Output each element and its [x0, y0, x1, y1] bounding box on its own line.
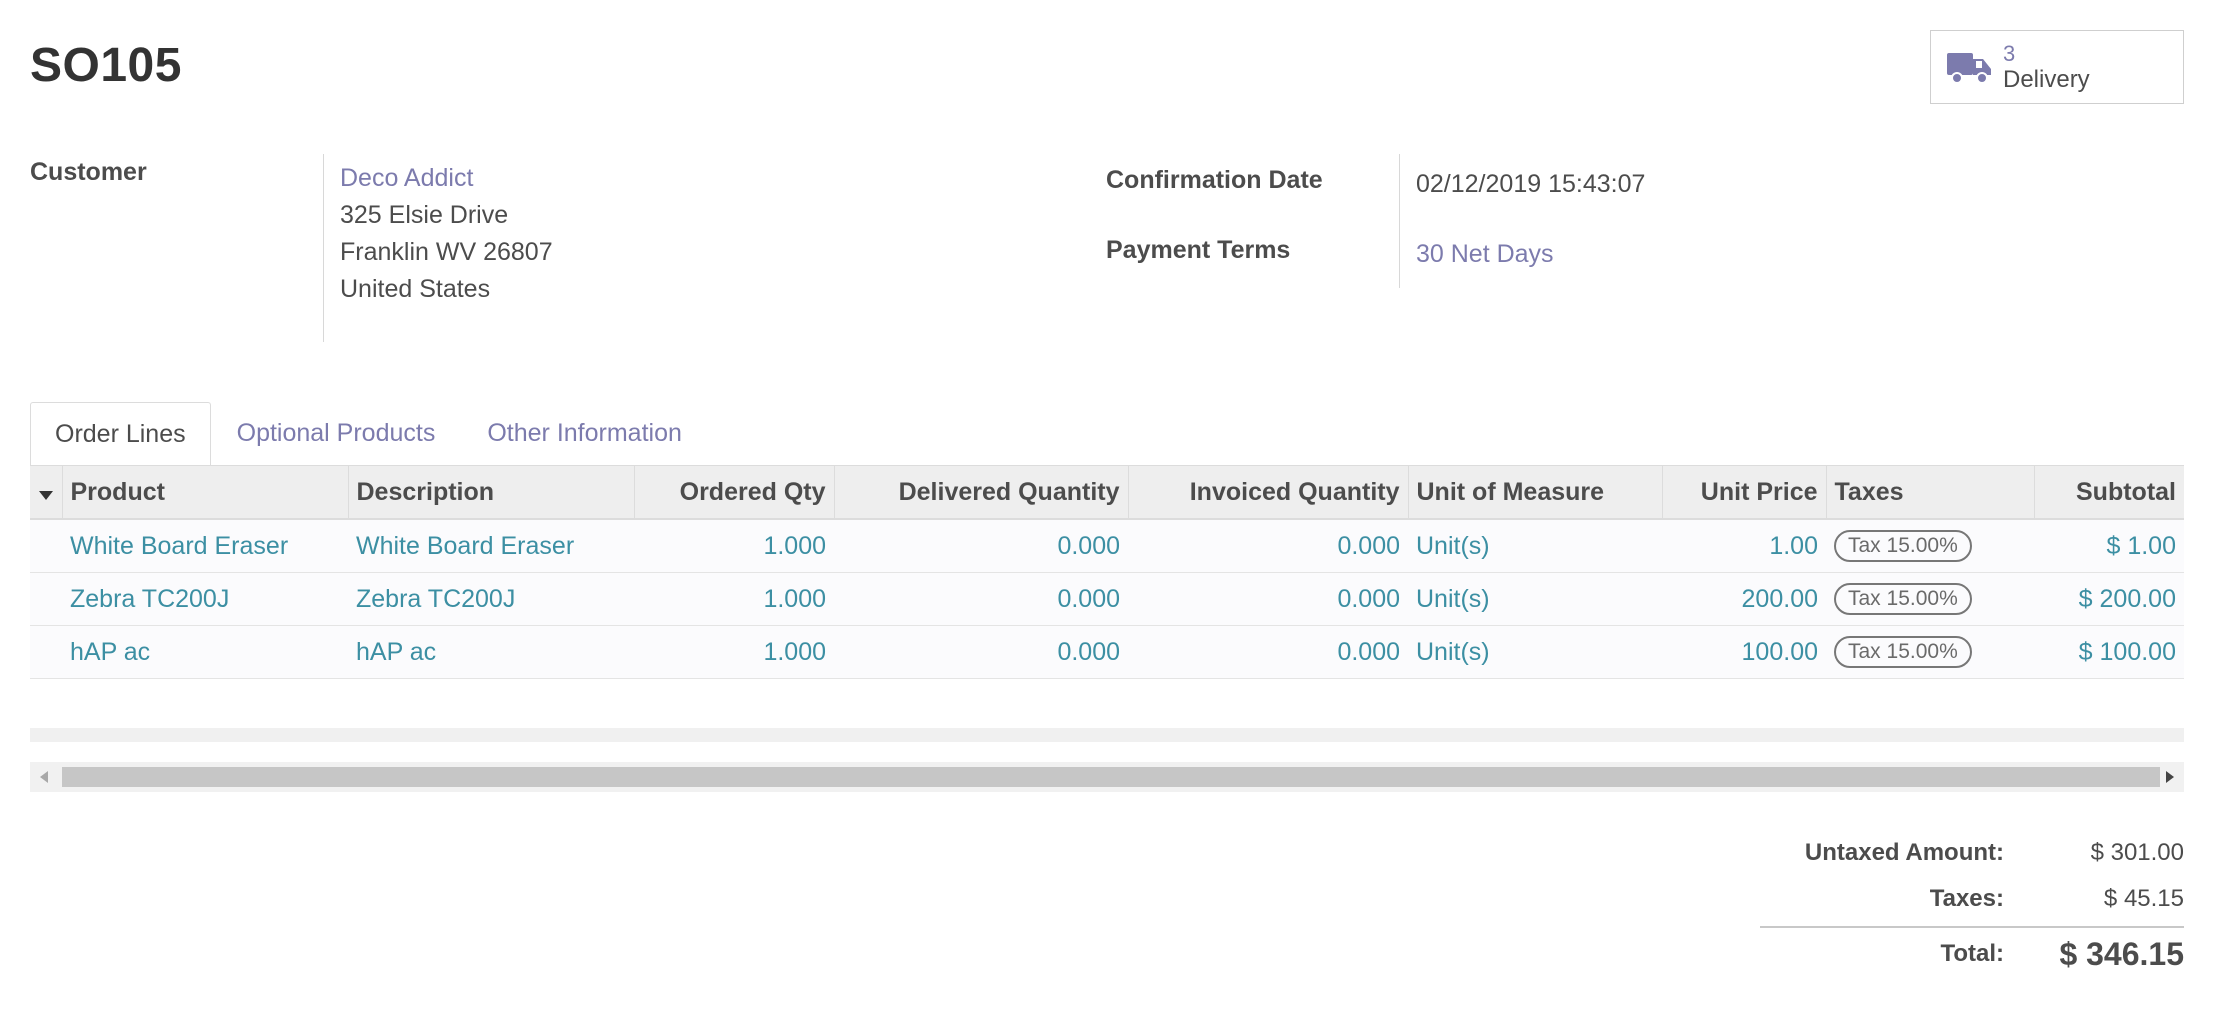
customer-street: 325 Elsie Drive [340, 201, 509, 229]
cell-ordered-qty[interactable]: 1.000 [634, 625, 834, 679]
cell-unit-price[interactable]: 100.00 [1662, 625, 1826, 679]
cell-unit-price[interactable]: 1.00 [1662, 519, 1826, 573]
cell-product[interactable]: hAP ac [62, 625, 348, 679]
delivery-smart-button[interactable]: 3 Delivery [1930, 30, 2184, 104]
cell-taxes[interactable]: Tax 15.00% [1826, 625, 2034, 679]
cell-description[interactable]: Zebra TC200J [348, 572, 634, 626]
cell-description[interactable]: hAP ac [348, 625, 634, 679]
confirmation-date-label: Confirmation Date [1106, 166, 1323, 194]
cell-delivered-qty[interactable]: 0.000 [834, 519, 1128, 573]
column-header-uom[interactable]: Unit of Measure [1408, 465, 1663, 520]
table-footer-bar [30, 728, 2184, 742]
cell-ordered-qty[interactable]: 1.000 [634, 572, 834, 626]
table-row[interactable]: Zebra TC200J Zebra TC200J 1.000 0.000 0.… [30, 572, 2184, 626]
customer-city: Franklin WV 26807 [340, 238, 553, 266]
caret-down-icon [38, 490, 53, 500]
cell-taxes[interactable]: Tax 15.00% [1826, 572, 2034, 626]
column-header-invoiced-qty[interactable]: Invoiced Quantity [1128, 465, 1409, 520]
delivery-count: 3 [2003, 41, 2016, 66]
tab-order-lines[interactable]: Order Lines [30, 402, 211, 466]
cell-ordered-qty[interactable]: 1.000 [634, 519, 834, 573]
confirmation-date-value: 02/12/2019 15:43:07 [1416, 170, 1646, 198]
column-header-delivered-qty[interactable]: Delivered Quantity [834, 465, 1129, 520]
column-header-ordered-qty[interactable]: Ordered Qty [634, 465, 835, 520]
taxes-label: Taxes: [1929, 885, 2004, 912]
notebook-tabs: Order Lines Optional Products Other Info… [30, 402, 708, 466]
payment-terms-label: Payment Terms [1106, 236, 1291, 264]
untaxed-amount-value: $ 301.00 [2090, 839, 2184, 866]
column-header-description[interactable]: Description [348, 465, 635, 520]
column-header-subtotal[interactable]: Subtotal [2034, 465, 2184, 520]
column-header-unit-price[interactable]: Unit Price [1662, 465, 1827, 520]
tax-tag: Tax 15.00% [1834, 583, 1972, 615]
customer-address: Deco Addict 325 Elsie Drive Franklin WV … [340, 160, 553, 308]
total-label: Total: [1940, 940, 2004, 967]
cell-subtotal: $ 1.00 [2034, 519, 2184, 573]
tax-tag: Tax 15.00% [1834, 530, 1972, 562]
cell-uom[interactable]: Unit(s) [1408, 625, 1662, 679]
row-spacer [30, 572, 62, 626]
cell-uom[interactable]: Unit(s) [1408, 572, 1662, 626]
untaxed-amount-row: Untaxed Amount: $ 301.00 [1760, 830, 2184, 876]
tab-other-information[interactable]: Other Information [461, 402, 708, 466]
cell-taxes[interactable]: Tax 15.00% [1826, 519, 2034, 573]
table-row[interactable]: White Board Eraser White Board Eraser 1.… [30, 519, 2184, 573]
column-options-toggle[interactable] [30, 465, 63, 520]
scrollbar-thumb[interactable] [62, 767, 2160, 787]
customer-separator [323, 154, 324, 342]
untaxed-amount-label: Untaxed Amount: [1804, 839, 2004, 866]
row-spacer [30, 625, 62, 679]
cell-description[interactable]: White Board Eraser [348, 519, 634, 573]
customer-name-link[interactable]: Deco Addict [340, 160, 553, 197]
cell-uom[interactable]: Unit(s) [1408, 519, 1662, 573]
page-title: SO105 [30, 39, 182, 92]
column-header-product[interactable]: Product [62, 465, 349, 520]
order-lines-table: Product Description Ordered Qty Delivere… [30, 465, 2184, 679]
taxes-row: Taxes: $ 45.15 [1760, 876, 2184, 922]
order-totals: Untaxed Amount: $ 301.00 Taxes: $ 45.15 … [1760, 830, 2184, 980]
truck-icon [1947, 53, 1991, 84]
cell-subtotal: $ 200.00 [2034, 572, 2184, 626]
cell-unit-price[interactable]: 200.00 [1662, 572, 1826, 626]
cell-product[interactable]: White Board Eraser [62, 519, 348, 573]
scroll-left-icon[interactable] [40, 771, 48, 783]
cell-delivered-qty[interactable]: 0.000 [834, 572, 1128, 626]
tax-tag: Tax 15.00% [1834, 636, 1972, 668]
taxes-value: $ 45.15 [2103, 885, 2184, 912]
payment-terms-link[interactable]: 30 Net Days [1416, 240, 1554, 269]
table-row[interactable]: hAP ac hAP ac 1.000 0.000 0.000 Unit(s) … [30, 625, 2184, 679]
cell-subtotal: $ 100.00 [2034, 625, 2184, 679]
total-value: $ 346.15 [2059, 935, 2184, 972]
cell-invoiced-qty[interactable]: 0.000 [1128, 519, 1408, 573]
delivery-label: Delivery [2003, 66, 2090, 93]
column-header-taxes[interactable]: Taxes [1826, 465, 2035, 520]
table-header-row: Product Description Ordered Qty Delivere… [30, 465, 2184, 520]
cell-product[interactable]: Zebra TC200J [62, 572, 348, 626]
total-row: Total: $ 346.15 [1760, 926, 2184, 980]
info-separator [1399, 154, 1400, 288]
cell-invoiced-qty[interactable]: 0.000 [1128, 572, 1408, 626]
cell-invoiced-qty[interactable]: 0.000 [1128, 625, 1408, 679]
customer-label: Customer [30, 158, 147, 186]
customer-country: United States [340, 275, 491, 303]
cell-delivered-qty[interactable]: 0.000 [834, 625, 1128, 679]
row-spacer [30, 519, 62, 573]
horizontal-scrollbar[interactable] [30, 762, 2184, 792]
sales-order-form: SO105 3 Delivery Customer Deco Addict 32… [0, 0, 2214, 1036]
tab-optional-products[interactable]: Optional Products [211, 402, 462, 466]
scroll-right-icon[interactable] [2166, 771, 2174, 783]
